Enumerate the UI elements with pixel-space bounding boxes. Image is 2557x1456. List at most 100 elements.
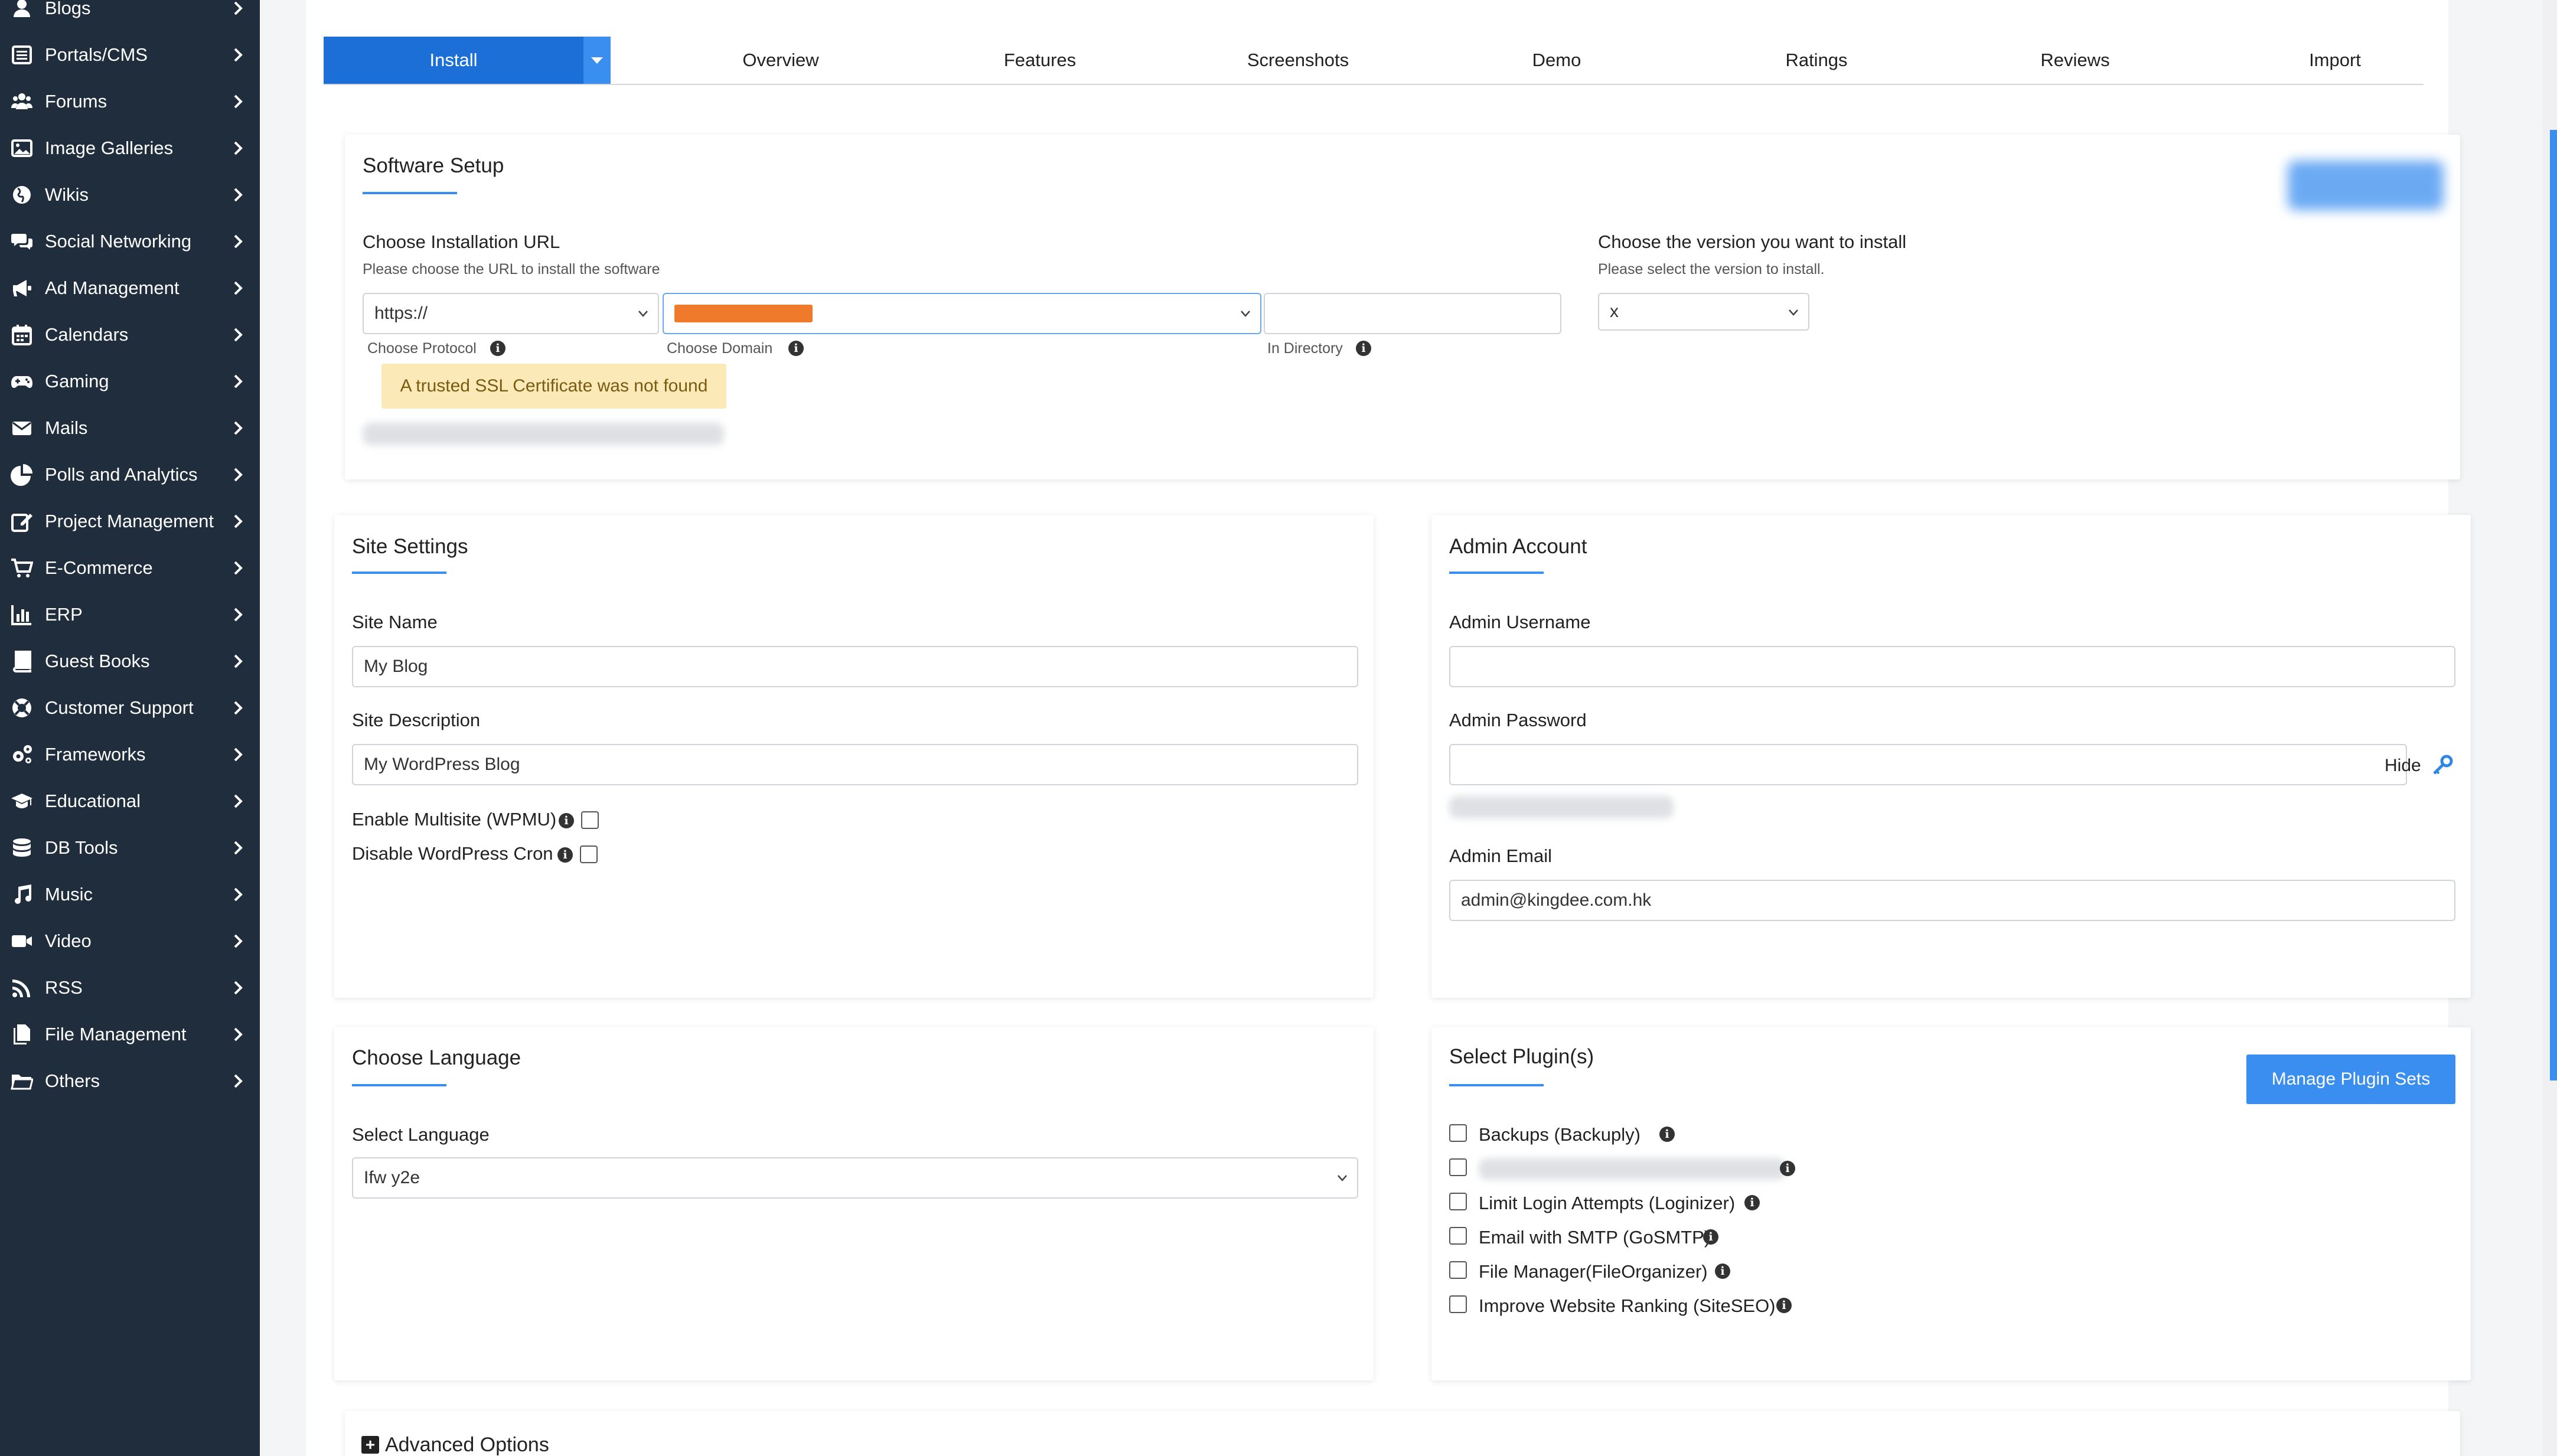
sidebar-item-label: Music [45,884,93,905]
sidebar-item-frameworks[interactable]: Frameworks [0,735,260,774]
software-setup-card: Software Setup Choose Installation URL P… [345,135,2460,479]
plugin-label: Limit Login Attempts (Loginizer) [1479,1193,1736,1213]
sidebar-item-others[interactable]: Others [0,1062,260,1101]
plugin-checkbox[interactable] [1449,1227,1467,1245]
chevron-right-icon [231,419,244,437]
sidebar-item-gaming[interactable]: Gaming [0,362,260,401]
admin-username-input[interactable] [1449,646,2455,687]
cron-checkbox[interactable] [580,845,598,863]
envelope-icon [9,416,34,440]
info-icon[interactable]: i [490,341,505,356]
chevron-right-icon [231,699,244,717]
select-plugins-card: Select Plugin(s) Manage Plugin Sets Back… [1431,1027,2471,1380]
sidebar-item-calendars[interactable]: Calendars [0,315,260,354]
admin-password-input[interactable] [1449,744,2407,785]
info-icon[interactable]: i [1659,1127,1675,1142]
plugin-checkbox[interactable] [1449,1193,1467,1210]
tab-demo[interactable]: Demo [1480,37,1633,84]
hide-password-button[interactable]: Hide [2385,756,2421,776]
sidebar-item-erp[interactable]: ERP [0,595,260,634]
admin-username-label: Admin Username [1449,612,1591,632]
info-icon[interactable]: i [788,341,804,356]
info-icon[interactable]: i [1780,1161,1795,1176]
redacted-domain [674,305,813,322]
domain-select[interactable] [663,293,1261,334]
info-icon[interactable]: i [1356,341,1371,356]
tab-features[interactable]: Features [963,37,1117,84]
sidebar-item-project-management[interactable]: Project Management [0,502,260,541]
directory-caption: In Directory [1267,340,1343,357]
sidebar-item-polls-and-analytics[interactable]: Polls and Analytics [0,455,260,494]
multisite-checkbox[interactable] [581,811,599,829]
sidebar-item-social-networking[interactable]: Social Networking [0,222,260,261]
chevron-right-icon [231,932,244,950]
sidebar-item-portals-cms[interactable]: Portals/CMS [0,35,260,74]
sidebar-item-wikis[interactable]: Wikis [0,175,260,214]
sidebar-item-educational[interactable]: Educational [0,782,260,821]
tab-reviews[interactable]: Reviews [1998,37,2152,84]
admin-email-input[interactable]: admin@kingdee.com.hk [1449,880,2455,921]
tab-import[interactable]: Import [2258,37,2412,84]
info-icon[interactable]: i [557,847,573,863]
sidebar-item-image-galleries[interactable]: Image Galleries [0,129,260,168]
site-desc-input[interactable]: My WordPress Blog [352,744,1358,785]
version-select[interactable]: x [1598,293,1809,331]
chevron-right-icon [231,93,244,110]
tab-overview[interactable]: Overview [704,37,857,84]
lifebuoy-icon [9,696,34,720]
plugin-label: Backups (Backuply) [1479,1124,1640,1145]
plugin-checkbox[interactable] [1449,1295,1467,1313]
sidebar-item-label: Image Galleries [45,138,174,158]
info-icon[interactable]: i [1776,1298,1792,1313]
manage-plugin-sets-button[interactable]: Manage Plugin Sets [2246,1055,2455,1104]
chevron-right-icon [231,233,244,250]
sidebar-item-db-tools[interactable]: DB Tools [0,828,260,867]
tab-screenshots[interactable]: Screenshots [1221,37,1375,84]
sidebar-item-e-commerce[interactable]: E-Commerce [0,549,260,587]
sidebar-item-ad-management[interactable]: Ad Management [0,269,260,308]
select-plugins-title: Select Plugin(s) [1449,1045,1594,1068]
site-name-value: My Blog [364,657,428,676]
plugin-checkbox[interactable] [1449,1124,1467,1142]
chevron-right-icon [231,512,244,530]
quick-install-button[interactable] [2288,161,2444,210]
users-icon [9,89,34,114]
advanced-options-toggle[interactable]: Advanced Options [385,1434,549,1456]
advanced-options-card: + Advanced Options [345,1411,2460,1456]
scrollbar-thumb[interactable] [2550,130,2557,1080]
sidebar-item-mails[interactable]: Mails [0,409,260,448]
folder-icon [9,1069,34,1093]
plus-icon[interactable]: + [361,1435,379,1454]
blurred-plugin-label [1479,1158,1786,1180]
sidebar-item-forums[interactable]: Forums [0,82,260,121]
chevron-right-icon [231,326,244,344]
admin-email-label: Admin Email [1449,845,1552,866]
site-name-input[interactable]: My Blog [352,646,1358,687]
chevron-down-icon [638,311,648,317]
info-icon[interactable]: i [1744,1195,1760,1210]
sidebar-item-guest-books[interactable]: Guest Books [0,642,260,681]
protocol-select[interactable]: https:// [363,293,659,334]
chevron-right-icon [231,979,244,997]
plugin-checkbox[interactable] [1449,1158,1467,1176]
sidebar-item-video[interactable]: Video [0,922,260,961]
info-icon[interactable]: i [1715,1264,1730,1279]
directory-input[interactable] [1264,293,1561,334]
chevron-right-icon [231,46,244,64]
install-dropdown-toggle[interactable] [583,37,611,84]
sidebar-item-music[interactable]: Music [0,875,260,914]
chevron-right-icon [231,559,244,577]
info-icon[interactable]: i [1703,1229,1718,1245]
ssl-warning: A trusted SSL Certificate was not found [381,364,726,409]
key-icon[interactable] [2431,753,2454,777]
info-icon[interactable]: i [559,813,574,828]
tab-install[interactable]: Install [324,37,583,84]
sidebar-item-rss[interactable]: RSS [0,968,260,1007]
admin-account-title: Admin Account [1449,535,1587,558]
sidebar-item-file-management[interactable]: File Management [0,1015,260,1054]
tab-ratings[interactable]: Ratings [1740,37,1893,84]
plugin-checkbox[interactable] [1449,1261,1467,1279]
sidebar-item-blogs[interactable]: Blogs [0,0,260,28]
sidebar-item-customer-support[interactable]: Customer Support [0,688,260,727]
language-select[interactable]: Ifw y2e [352,1157,1358,1199]
